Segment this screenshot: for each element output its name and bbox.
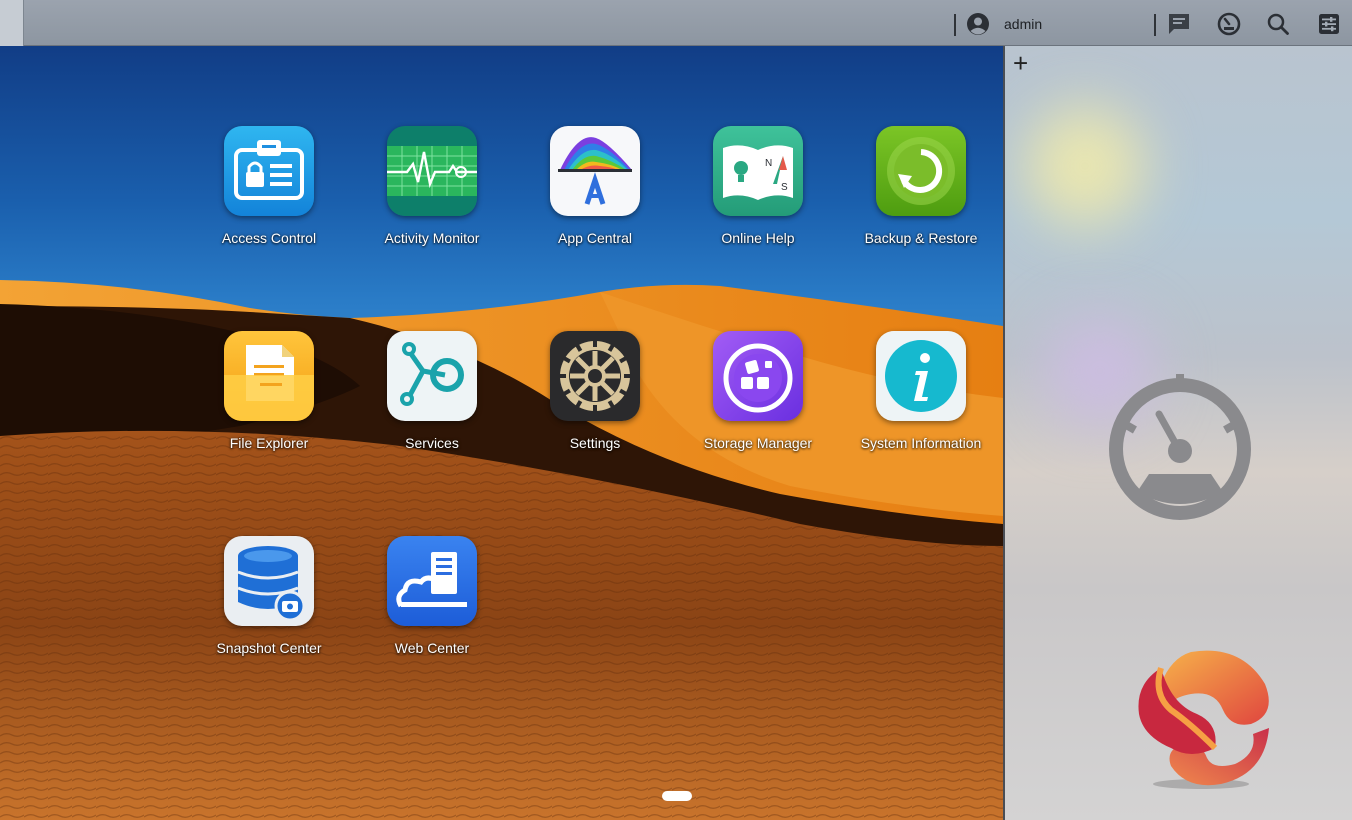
app-online-help[interactable]: N S Online Help xyxy=(673,126,843,248)
add-widget-button[interactable]: + xyxy=(1013,50,1028,76)
notification-icon[interactable] xyxy=(1167,12,1191,36)
web-center-icon xyxy=(387,536,477,626)
settings-sliders-icon[interactable] xyxy=(1317,12,1341,36)
backup-restore-tile xyxy=(876,126,966,216)
dashboard-icon[interactable] xyxy=(1217,12,1241,36)
snapshot-center-icon xyxy=(224,536,314,626)
app-label: Storage Manager xyxy=(703,435,813,451)
settings-tile xyxy=(550,331,640,421)
divider xyxy=(1154,14,1156,36)
app-label: Snapshot Center xyxy=(216,640,322,656)
svg-text:N: N xyxy=(765,158,772,169)
services-tile xyxy=(387,331,477,421)
services-icon xyxy=(387,331,477,421)
app-label: App Central xyxy=(558,230,632,246)
app-backup-restore[interactable]: Backup & Restore xyxy=(836,126,1003,248)
app-activity-monitor[interactable]: Activity Monitor xyxy=(347,126,517,248)
gauge-icon[interactable] xyxy=(1105,374,1255,524)
file-explorer-tile xyxy=(224,331,314,421)
user-icon[interactable] xyxy=(966,12,990,36)
divider xyxy=(954,14,956,36)
activity-monitor-tile xyxy=(387,126,477,216)
app-label: File Explorer xyxy=(229,435,309,451)
storage-manager-tile xyxy=(713,331,803,421)
app-app-central[interactable]: App Central xyxy=(510,126,680,248)
access-control-icon xyxy=(224,126,314,216)
app-snapshot-center[interactable]: Snapshot Center xyxy=(184,536,354,658)
app-label: System Information xyxy=(860,435,982,451)
page-indicator[interactable] xyxy=(662,791,692,801)
system-information-icon xyxy=(876,331,966,421)
top-bar: admin xyxy=(0,0,1352,46)
app-label: Access Control xyxy=(221,230,317,246)
app-label: Online Help xyxy=(721,230,795,246)
online-help-icon: N S xyxy=(713,126,803,216)
brand-logo xyxy=(1138,650,1269,789)
svg-text:S: S xyxy=(781,182,788,193)
app-label: Web Center xyxy=(394,640,470,656)
web-center-tile xyxy=(387,536,477,626)
access-control-tile xyxy=(224,126,314,216)
app-system-information[interactable]: System Information xyxy=(836,331,1003,453)
activity-monitor-icon xyxy=(387,126,477,216)
backup-restore-icon xyxy=(876,126,966,216)
user-name[interactable]: admin xyxy=(1004,16,1042,32)
app-label: Backup & Restore xyxy=(864,230,978,246)
app-central-tile xyxy=(550,126,640,216)
app-label: Settings xyxy=(569,435,621,451)
search-icon[interactable] xyxy=(1266,12,1290,36)
app-label: Activity Monitor xyxy=(384,230,480,246)
online-help-tile: N S xyxy=(713,126,803,216)
app-central-icon xyxy=(550,126,640,216)
app-web-center[interactable]: Web Center xyxy=(347,536,517,658)
system-information-tile xyxy=(876,331,966,421)
app-access-control[interactable]: Access Control xyxy=(184,126,354,248)
app-services[interactable]: Services xyxy=(347,331,517,453)
main-menu-tab[interactable] xyxy=(0,0,24,46)
snapshot-center-tile xyxy=(224,536,314,626)
settings-gear-icon xyxy=(550,331,640,421)
desktop: Access Control Activity Monitor App Cent… xyxy=(0,46,1003,820)
widget-panel: + xyxy=(1003,46,1352,820)
app-storage-manager[interactable]: Storage Manager xyxy=(673,331,843,453)
background-glow xyxy=(1025,106,1145,226)
app-settings[interactable]: Settings xyxy=(510,331,680,453)
app-file-explorer[interactable]: File Explorer xyxy=(184,331,354,453)
file-explorer-icon xyxy=(224,331,314,421)
storage-manager-icon xyxy=(713,331,803,421)
app-label: Services xyxy=(405,435,459,451)
